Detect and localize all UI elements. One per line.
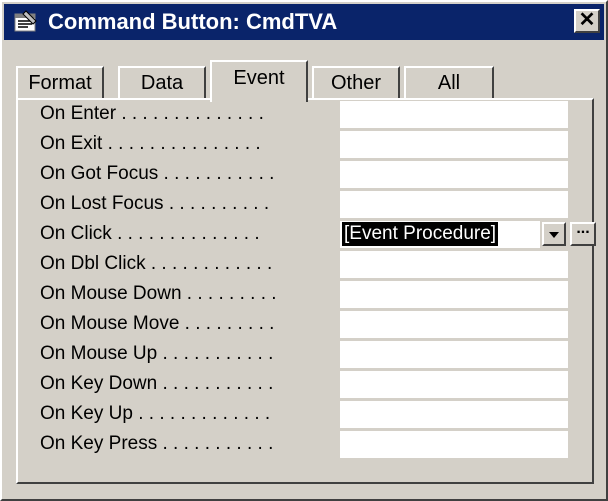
tab-label: Data [140, 72, 184, 94]
tab-label: Other [330, 72, 382, 94]
tab-label: Format [28, 72, 92, 94]
on-key-up-field[interactable] [340, 401, 568, 429]
on-mouse-up-field[interactable] [340, 341, 568, 369]
tab-all[interactable]: All [404, 66, 494, 100]
property-label: On Mouse Down . . . . . . . . . [40, 283, 277, 304]
property-label: On Mouse Move . . . . . . . . . [40, 313, 275, 334]
on-lost-focus-field[interactable] [340, 191, 568, 219]
property-label: On Key Press . . . . . . . . . . . [40, 433, 274, 454]
tab-label: Event [233, 67, 285, 89]
property-label: On Got Focus . . . . . . . . . . . [40, 163, 275, 184]
on-mouse-move-field[interactable] [340, 311, 568, 339]
title-bar[interactable]: Command Button: CmdTVA ✕ [4, 4, 604, 40]
close-button[interactable]: ✕ [574, 9, 600, 33]
property-label: On Key Down . . . . . . . . . . . [40, 373, 274, 394]
tab-event[interactable]: Event [210, 60, 308, 102]
on-mouse-down-field[interactable] [340, 281, 568, 309]
property-label: On Enter . . . . . . . . . . . . . . [40, 103, 264, 124]
window-title: Command Button: CmdTVA [48, 9, 338, 34]
property-label: On Dbl Click . . . . . . . . . . . . [40, 253, 273, 274]
tab-other[interactable]: Other [312, 66, 400, 100]
property-label: On Mouse Up . . . . . . . . . . . [40, 343, 274, 364]
on-key-down-field[interactable] [340, 371, 568, 399]
on-click-build-button[interactable]: ... [570, 220, 596, 246]
build-label: ... [576, 220, 590, 237]
property-label: On Click . . . . . . . . . . . . . . [40, 223, 260, 244]
property-value: [Event Procedure] [342, 222, 499, 246]
tab-label: All [437, 72, 461, 94]
properties-sheet-icon [14, 10, 37, 32]
on-click-dropdown-button[interactable] [542, 222, 566, 246]
property-sheet-window: Command Button: CmdTVA ✕ Format Data Eve… [0, 0, 608, 501]
property-label: On Lost Focus . . . . . . . . . . [40, 193, 270, 214]
tab-format[interactable]: Format [16, 66, 104, 100]
on-click-field[interactable]: [Event Procedure] [340, 221, 540, 249]
on-exit-field[interactable] [340, 131, 568, 159]
on-enter-field[interactable] [340, 101, 568, 129]
close-icon: ✕ [578, 9, 596, 31]
on-key-press-field[interactable] [340, 431, 568, 459]
tab-data[interactable]: Data [118, 66, 206, 100]
on-dbl-click-field[interactable] [340, 251, 568, 279]
on-got-focus-field[interactable] [340, 161, 568, 189]
dropdown-arrow-icon [549, 232, 559, 238]
property-label: On Exit . . . . . . . . . . . . . . . [40, 133, 261, 154]
tab-strip: Format Data Event Other All [16, 60, 576, 102]
property-label: On Key Up . . . . . . . . . . . . . [40, 403, 271, 424]
